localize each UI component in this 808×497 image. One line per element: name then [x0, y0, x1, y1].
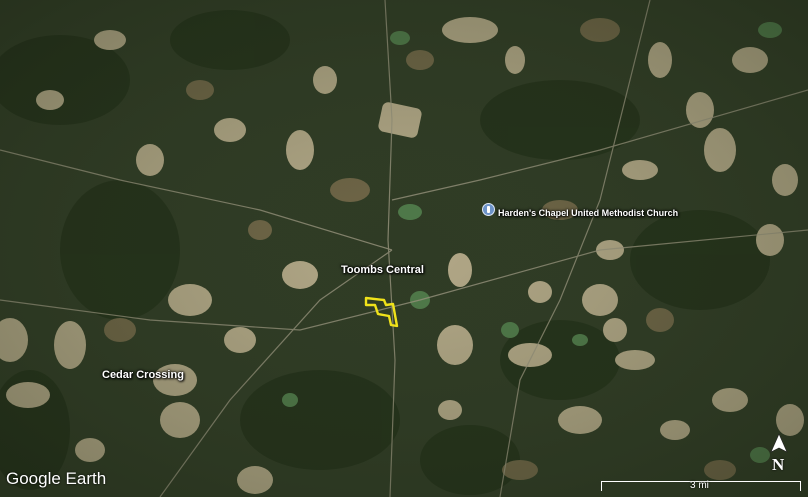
cedar-crossing-label: Cedar Crossing	[102, 369, 184, 381]
north-label: N	[772, 455, 785, 474]
google-earth-logo: Google Earth	[6, 469, 107, 488]
church-pin-icon[interactable]	[482, 203, 495, 216]
satellite-imagery	[0, 0, 808, 497]
hardens-chapel-label[interactable]: Harden's Chapel United Methodist Church	[498, 208, 678, 218]
toombs-central-label: Toombs Central	[341, 264, 424, 276]
satellite-map[interactable]: Toombs Central Cedar Crossing Harden's C…	[0, 0, 808, 497]
scale-label: 3 mi	[690, 480, 709, 491]
